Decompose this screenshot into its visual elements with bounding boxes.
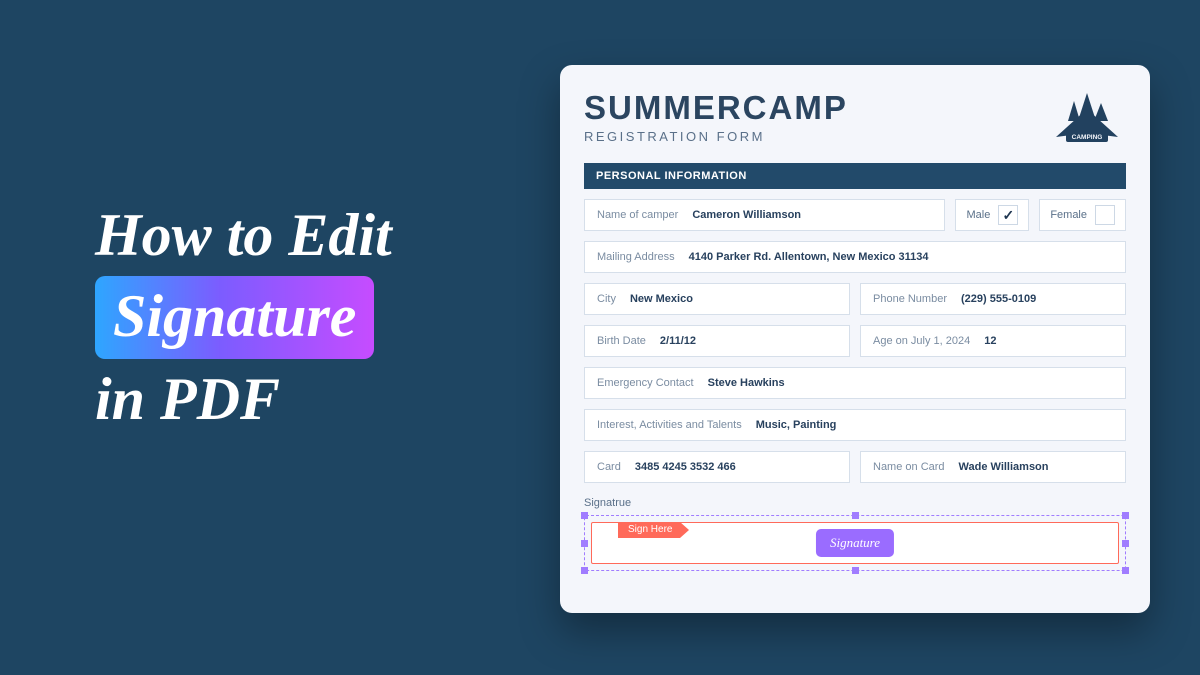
signature-selection-box[interactable]: Sign Here Signature bbox=[584, 515, 1126, 571]
name-label: Name of camper bbox=[597, 209, 678, 221]
male-label: Male bbox=[966, 209, 990, 221]
name-value: Cameron Williamson bbox=[692, 209, 801, 221]
age-field[interactable]: Age on July 1, 2024 12 bbox=[860, 325, 1126, 357]
phone-field[interactable]: Phone Number (229) 555-0109 bbox=[860, 283, 1126, 315]
resize-handle[interactable] bbox=[581, 512, 588, 519]
interests-field[interactable]: Interest, Activities and Talents Music, … bbox=[584, 409, 1126, 441]
headline: How to Edit Signature in PDF bbox=[95, 195, 392, 440]
resize-handle[interactable] bbox=[852, 512, 859, 519]
emergency-label: Emergency Contact bbox=[597, 377, 694, 389]
age-label: Age on July 1, 2024 bbox=[873, 335, 970, 347]
name-field[interactable]: Name of camper Cameron Williamson bbox=[584, 199, 945, 231]
resize-handle[interactable] bbox=[1122, 512, 1129, 519]
cardname-label: Name on Card bbox=[873, 461, 945, 473]
mailing-label: Mailing Address bbox=[597, 251, 675, 263]
section-header: PERSONAL INFORMATION bbox=[584, 163, 1126, 189]
mailing-value: 4140 Parker Rd. Allentown, New Mexico 31… bbox=[689, 251, 929, 263]
form-title: SUMMERCAMP bbox=[584, 89, 848, 127]
form-subtitle: REGISTRATION FORM bbox=[584, 129, 848, 144]
svg-text:CAMPING: CAMPING bbox=[1072, 134, 1103, 141]
phone-value: (229) 555-0109 bbox=[961, 293, 1036, 305]
cardname-value: Wade Williamson bbox=[959, 461, 1049, 473]
resize-handle[interactable] bbox=[581, 540, 588, 547]
card-field[interactable]: Card 3485 4245 3532 466 bbox=[584, 451, 850, 483]
interests-value: Music, Painting bbox=[756, 419, 837, 431]
resize-handle[interactable] bbox=[581, 567, 588, 574]
city-field[interactable]: City New Mexico bbox=[584, 283, 850, 315]
city-value: New Mexico bbox=[630, 293, 693, 305]
interests-label: Interest, Activities and Talents bbox=[597, 419, 742, 431]
phone-label: Phone Number bbox=[873, 293, 947, 305]
emergency-value: Steve Hawkins bbox=[708, 377, 785, 389]
registration-form-card: SUMMERCAMP REGISTRATION FORM CAMPING PER… bbox=[560, 65, 1150, 613]
age-value: 12 bbox=[984, 335, 996, 347]
birth-value: 2/11/12 bbox=[660, 335, 696, 347]
sign-here-flag: Sign Here bbox=[618, 522, 680, 538]
female-checkbox[interactable] bbox=[1095, 205, 1115, 225]
gender-male[interactable]: Male ✓ bbox=[955, 199, 1029, 231]
resize-handle[interactable] bbox=[1122, 567, 1129, 574]
city-label: City bbox=[597, 293, 616, 305]
headline-highlight: Signature bbox=[95, 276, 374, 359]
emergency-field[interactable]: Emergency Contact Steve Hawkins bbox=[584, 367, 1126, 399]
birth-field[interactable]: Birth Date 2/11/12 bbox=[584, 325, 850, 357]
headline-line-3: in PDF bbox=[95, 359, 392, 440]
card-value: 3485 4245 3532 466 bbox=[635, 461, 736, 473]
female-label: Female bbox=[1050, 209, 1087, 221]
resize-handle[interactable] bbox=[852, 567, 859, 574]
headline-line-1: How to Edit bbox=[95, 195, 392, 276]
mailing-field[interactable]: Mailing Address 4140 Parker Rd. Allentow… bbox=[584, 241, 1126, 273]
gender-female[interactable]: Female bbox=[1039, 199, 1126, 231]
signature-input-area[interactable]: Sign Here Signature bbox=[591, 522, 1119, 564]
camping-logo: CAMPING bbox=[1048, 89, 1126, 153]
card-label: Card bbox=[597, 461, 621, 473]
cardname-field[interactable]: Name on Card Wade Williamson bbox=[860, 451, 1126, 483]
signature-button[interactable]: Signature bbox=[816, 529, 894, 557]
resize-handle[interactable] bbox=[1122, 540, 1129, 547]
birth-label: Birth Date bbox=[597, 335, 646, 347]
signature-label: Signatrue bbox=[584, 497, 1126, 509]
male-checkbox[interactable]: ✓ bbox=[998, 205, 1018, 225]
